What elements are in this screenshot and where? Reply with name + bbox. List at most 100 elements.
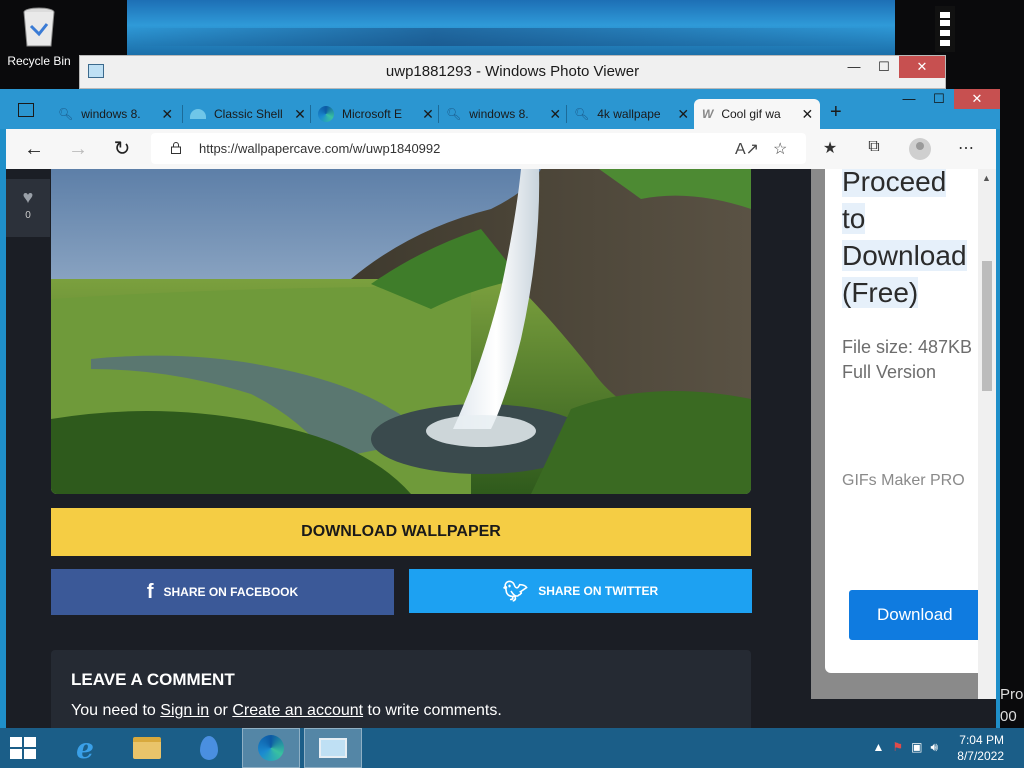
tab-divider [438,105,439,123]
close-button[interactable]: ✕ [954,89,1000,109]
ad-version: Full Version [842,362,937,382]
tab-4k-wallpaper[interactable]: 🔍︎ 4k wallpape ✕ [574,99,691,129]
comment-or: or [209,702,233,719]
ad-file-size: File size: 487KB [842,337,973,357]
tab-title: windows 8. [81,107,141,121]
tab-windows-8-1[interactable]: 🔍︎ windows 8. ✕ [58,99,175,129]
ad-card[interactable]: Proceed to Download (Free) File size: 48… [825,169,985,673]
wallpapercave-icon: W [702,107,714,121]
tab-windows-8-2[interactable]: 🔍︎ windows 8. ✕ [446,99,563,129]
like-button[interactable]: ♥ 0 [6,179,50,237]
ad-headline-line: Proceed [842,169,947,197]
tab-cool-gif-wallpaper[interactable]: W Cool gif wa ✕ [694,99,820,129]
tab-close-button[interactable]: ✕ [159,106,175,123]
forward-button[interactable]: → [66,137,90,161]
taskbar: e ▲ ⚑ ▣ 🔊︎ 7:04 PM 8/7/2022 [0,728,1024,768]
tab-title: Microsoft E [342,107,403,121]
sign-in-link[interactable]: Sign in [160,702,209,719]
ad-download-button[interactable]: Download [849,590,985,640]
edge-icon [258,735,284,761]
add-favorite-icon[interactable]: ☆ [773,139,787,159]
volume-icon[interactable]: 🔊︎ [930,740,938,755]
ad-headline-line: to [842,203,866,234]
facebook-icon: f [146,580,154,603]
start-button[interactable] [10,737,38,759]
maximize-button[interactable]: ☐ [924,89,954,109]
comment-suffix: to write comments. [363,702,502,719]
url-input[interactable]: https://wallpapercave.com/w/uwp1840992 A… [151,133,806,164]
read-aloud-icon[interactable]: A↗ [735,139,759,159]
ad-headline-line: (Free) [842,277,919,308]
photo-viewer-window[interactable]: uwp1881293 - Windows Photo Viewer — ☐ ✕ [79,55,946,89]
scroll-up-icon[interactable]: ▲ [982,173,991,183]
lock-icon [171,142,181,154]
taskbar-app-drop[interactable] [180,728,238,768]
new-tab-button[interactable]: + [830,101,842,124]
minimize-button[interactable]: — [894,89,924,109]
twitter-icon: 🐦︎ [502,580,529,603]
more-options-icon[interactable]: ⋯ [956,138,976,158]
tab-close-button[interactable]: ✕ [799,106,815,123]
tab-close-button[interactable]: ✕ [420,106,436,123]
edge-browser-window: 🔍︎ windows 8. ✕ Classic Shell ✕ Microsof… [0,89,1000,728]
back-button[interactable]: ← [22,137,46,161]
desktop-wallpaper [127,0,955,56]
taskbar-internet-explorer[interactable]: e [56,728,114,768]
download-wallpaper-button[interactable]: DOWNLOAD WALLPAPER [51,508,751,556]
network-icon[interactable]: ▣ [911,740,922,755]
edge-icon [318,106,334,122]
comment-section: LEAVE A COMMENT You need to Sign in or C… [51,650,751,728]
share-facebook-button[interactable]: f SHARE ON FACEBOOK [51,569,394,615]
search-icon: 🔍︎ [446,107,462,121]
tab-title: 4k wallpape [597,107,661,121]
tab-title: Classic Shell [214,107,283,121]
action-center-icon[interactable]: ⚑ [892,740,903,755]
create-account-link[interactable]: Create an account [232,702,363,719]
taskbar-file-explorer[interactable] [118,728,176,768]
classic-shell-icon [190,109,206,119]
tab-bar: 🔍︎ windows 8. ✕ Classic Shell ✕ Microsof… [0,89,1000,129]
offscreen-text: Pro 00 [1000,684,1023,728]
photo-viewer-icon [319,738,347,758]
comment-text: You need to Sign in or Create an account… [71,702,502,720]
minimize-button[interactable]: — [839,56,869,78]
like-count: 0 [25,210,31,221]
favorites-icon[interactable]: ★ [820,138,840,158]
show-hidden-icons[interactable]: ▲ [872,740,884,755]
recycle-bin-icon [22,6,56,48]
clock-time: 7:04 PM [959,733,1004,747]
clock[interactable]: 7:04 PM 8/7/2022 [957,732,1004,764]
tab-actions-icon[interactable] [18,103,34,117]
comment-prefix: You need to [71,702,161,719]
page-scrollbar[interactable]: ▲ [978,169,996,699]
recycle-bin[interactable]: Recycle Bin [4,6,74,68]
ad-file-info: File size: 487KB Full Version [842,335,972,385]
recycle-bin-label: Recycle Bin [7,54,71,68]
tab-divider [310,105,311,123]
tab-close-button[interactable]: ✕ [675,106,691,123]
profile-avatar[interactable] [909,138,931,160]
heart-icon: ♥ [22,187,34,207]
folder-icon [133,737,161,759]
web-page: ♥ 0 DOWNLOAD WALLPAPER f SHARE ON FACEBO… [6,169,996,728]
tab-close-button[interactable]: ✕ [292,106,308,123]
scrollbar-thumb[interactable] [982,261,992,391]
ad-maker: GIFs Maker PRO [842,472,965,489]
close-button[interactable]: ✕ [899,56,945,78]
tab-classic-shell[interactable]: Classic Shell ✕ [190,99,308,129]
comment-title: LEAVE A COMMENT [71,670,235,689]
maximize-button[interactable]: ☐ [869,56,899,78]
offscreen-text-1: Pro [1000,686,1024,703]
tab-close-button[interactable]: ✕ [547,106,563,123]
share-twitter-button[interactable]: 🐦︎ SHARE ON TWITTER [409,569,752,613]
taskbar-edge[interactable] [242,728,300,768]
url-text: https://wallpapercave.com/w/uwp1840992 [199,141,441,156]
taskbar-photo-viewer[interactable] [304,728,362,768]
advertisement: Proceed to Download (Free) File size: 48… [811,169,996,699]
refresh-button[interactable]: ↻ [110,137,134,161]
collections-icon[interactable]: ⧉ [864,138,884,156]
share-twitter-label: SHARE ON TWITTER [538,584,659,598]
tab-microsoft-edge[interactable]: Microsoft E ✕ [318,99,436,129]
windows-logo-icon [935,6,955,52]
share-facebook-label: SHARE ON FACEBOOK [163,585,299,599]
